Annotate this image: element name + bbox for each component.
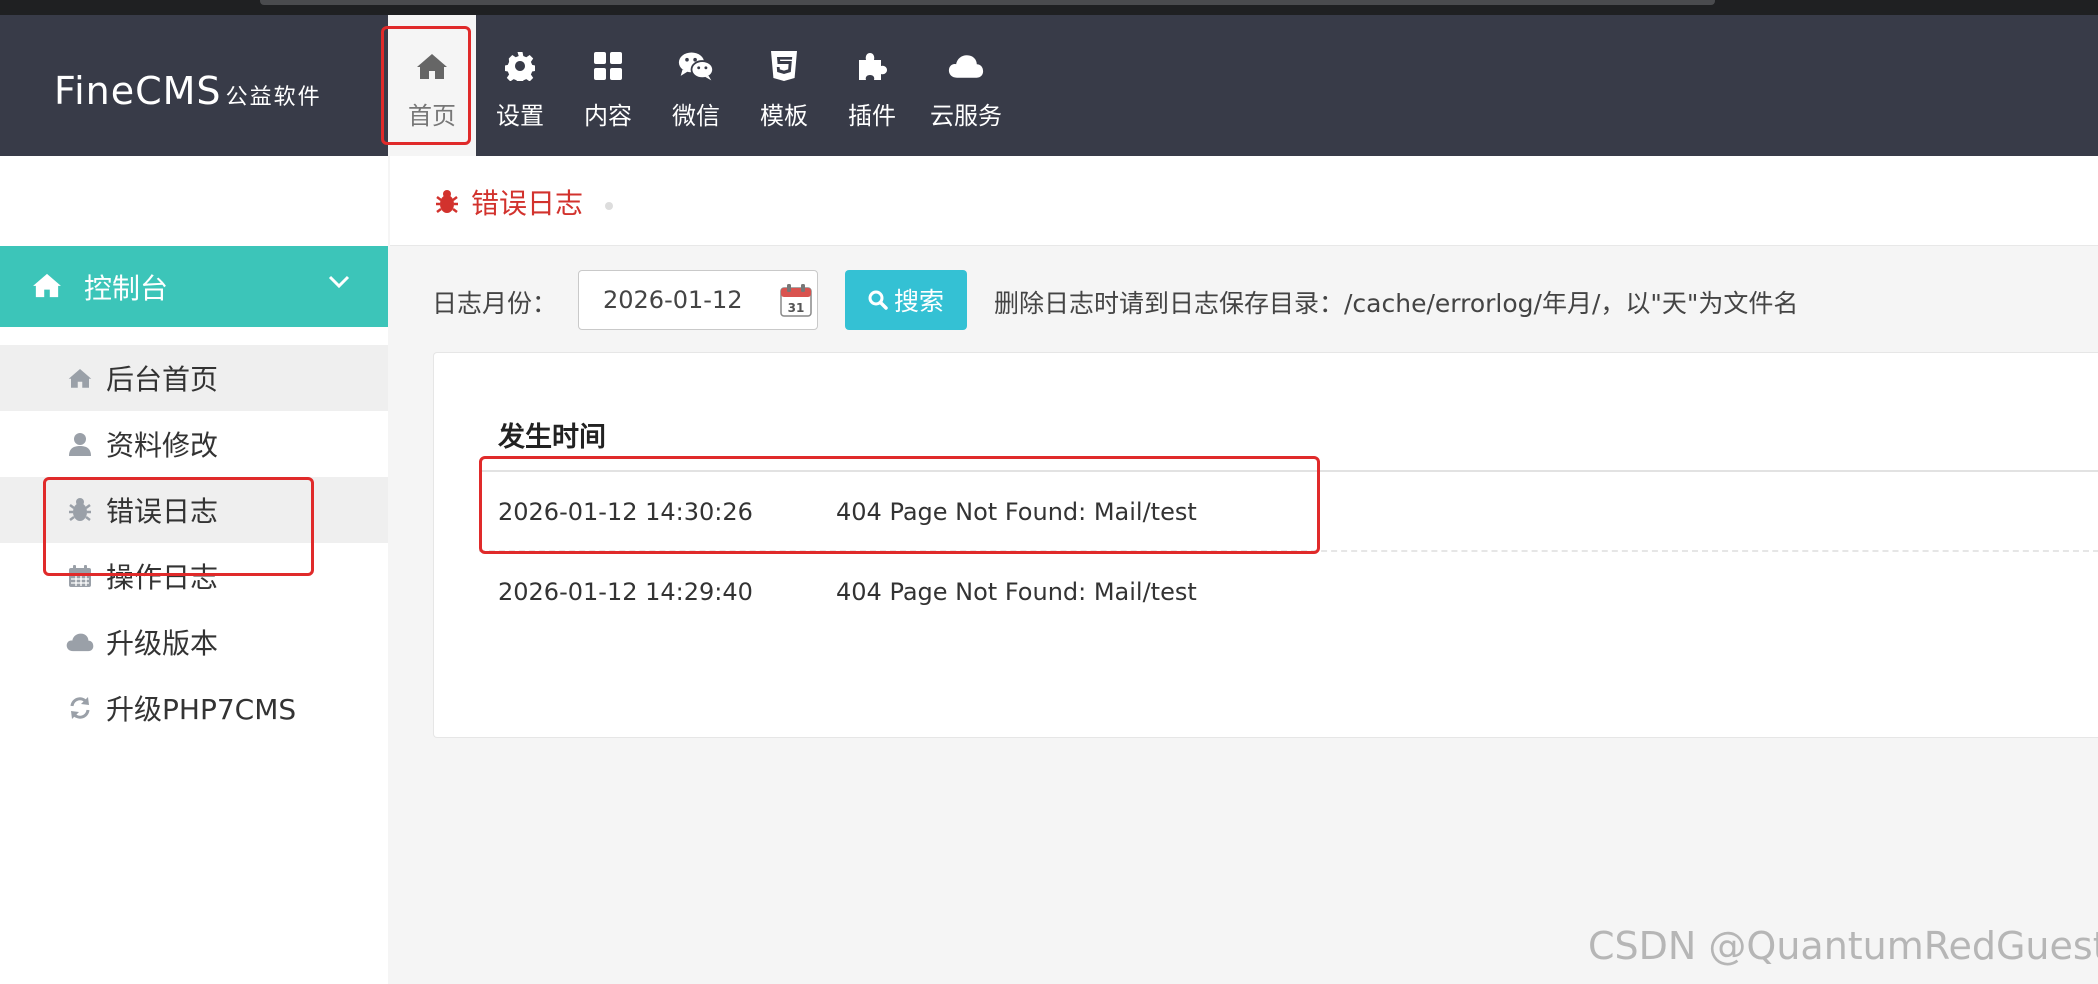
month-label: 日志月份： [432,289,558,318]
puzzle-icon [854,48,890,84]
nav-item-cloud-service[interactable]: 云服务 [916,15,1016,156]
error-log-panel: 发生时间 2026-01-12 14:30:26 404 Page Not Fo… [433,352,2098,738]
calendar-icon[interactable]: 31 [780,283,812,321]
sidebar-item-label: 错误日志 [106,495,219,528]
gear-icon [502,48,538,84]
nav-item-settings[interactable]: 设置 [476,15,564,156]
calendar-icon [66,562,94,590]
sidebar: 控制台 后台首页 资料修改 错误日志 操作日志 升级版本 升级PHP7CMS [0,156,388,984]
sidebar-item-profile[interactable]: 资料修改 [0,411,388,477]
sidebar-item-dashboard[interactable]: 后台首页 [0,345,388,411]
nav-item-plugins[interactable]: 插件 [828,15,916,156]
nav-item-template[interactable]: 模板 [740,15,828,156]
logo-main-text: FineCMS [54,69,222,113]
search-button-label: 搜索 [893,287,944,316]
nav-label: 微信 [672,102,720,130]
table-row: 2026-01-12 14:30:26 404 Page Not Found: … [479,472,2098,552]
table-row: 2026-01-12 14:29:40 404 Page Not Found: … [479,552,2098,632]
breadcrumb-separator [605,202,614,210]
nav-label: 设置 [496,102,544,130]
sidebar-item-label: 升级版本 [106,627,219,660]
sidebar-item-upgrade-version[interactable]: 升级版本 [0,609,388,675]
home-icon [32,272,62,302]
logo-sub-text: 公益软件 [225,85,322,110]
nav-label: 云服务 [930,102,1002,130]
grid-icon [590,48,626,84]
nav-item-content[interactable]: 内容 [564,15,652,156]
log-time: 2026-01-12 14:30:26 [498,498,753,526]
refresh-icon [66,694,94,722]
nav-label: 内容 [584,102,632,130]
log-time: 2026-01-12 14:29:40 [498,578,753,606]
sidebar-item-label: 后台首页 [106,363,219,396]
cloud-icon [66,628,94,656]
bug-icon [435,189,459,215]
wechat-icon [678,48,714,84]
user-icon [66,430,94,458]
sidebar-section-label: 控制台 [84,271,169,305]
home-icon [66,364,94,392]
sidebar-item-label: 资料修改 [106,429,219,462]
search-button[interactable]: 搜索 [845,270,967,330]
search-icon [868,290,888,310]
html5-icon [766,48,802,84]
nav-label: 首页 [408,102,456,130]
sidebar-item-operation-log[interactable]: 操作日志 [0,543,388,609]
log-filter-bar: 日志月份： 31 搜索 删除日志时请到日志保存目录：/cache/errorlo… [390,268,2098,332]
nav-label: 模板 [760,102,808,130]
sidebar-item-upgrade-php7cms[interactable]: 升级PHP7CMS [0,675,388,741]
log-message: 404 Page Not Found: Mail/test [836,578,1197,606]
table-header-time: 发生时间 [498,422,606,453]
breadcrumb-bar: 错误日志 [390,156,2098,246]
log-message: 404 Page Not Found: Mail/test [836,498,1197,526]
bug-icon [66,496,94,524]
window-tab-bar [260,0,1715,5]
finecms-logo[interactable]: FineCMS 公益软件 [54,69,322,113]
top-header: FineCMS 公益软件 首页 设置 内容 微信 模板 插件 云服务 [0,15,2098,156]
breadcrumb: 错误日志 [435,182,614,222]
cloud-icon [948,48,984,84]
watermark: CSDN @QuantumRedGuestk [1588,924,2098,968]
breadcrumb-label[interactable]: 错误日志 [471,182,583,222]
sidebar-item-label: 操作日志 [106,561,219,594]
nav-label: 插件 [848,102,896,130]
window-top-strip [0,0,2098,15]
home-icon [414,48,450,84]
delete-log-hint: 删除日志时请到日志保存目录：/cache/errorlog/年月/，以"天"为文… [994,289,1799,318]
top-nav: 首页 设置 内容 微信 模板 插件 云服务 [388,15,1016,156]
sidebar-item-error-log[interactable]: 错误日志 [0,477,388,543]
sidebar-item-label: 升级PHP7CMS [106,693,297,726]
nav-item-home[interactable]: 首页 [388,15,476,156]
nav-item-wechat[interactable]: 微信 [652,15,740,156]
sidebar-section-console[interactable]: 控制台 [0,246,388,327]
svg-text:31: 31 [788,301,805,315]
sidebar-menu: 后台首页 资料修改 错误日志 操作日志 升级版本 升级PHP7CMS [0,345,388,741]
chevron-down-icon[interactable] [328,274,350,293]
